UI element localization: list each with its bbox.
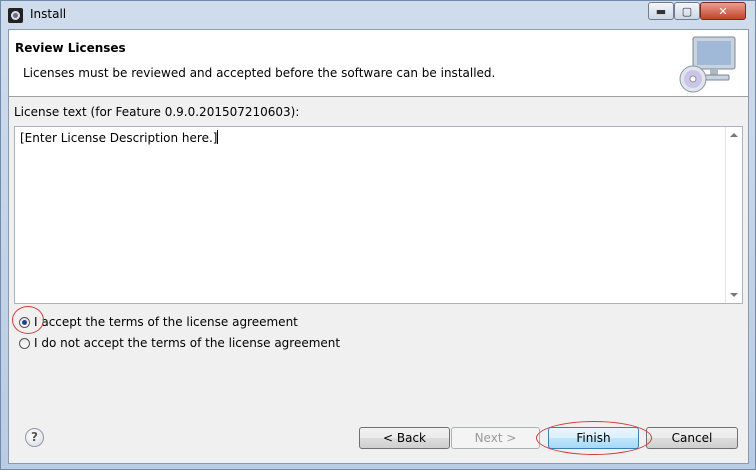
back-button[interactable]: < Back (359, 427, 450, 449)
eclipse-app-icon (8, 8, 23, 23)
decline-radio-label: I do not accept the terms of the license… (34, 336, 341, 350)
close-button[interactable]: ✕ (700, 2, 746, 20)
decline-radio[interactable] (19, 337, 30, 349)
license-text-area[interactable]: [Enter License Description here.] (14, 126, 743, 304)
minimize-button[interactable]: ▬ (648, 2, 674, 20)
install-dialog: Install ▬ ▢ ✕ Review Licenses Licenses m… (0, 0, 756, 470)
dialog-client-area: Review Licenses Licenses must be reviewe… (8, 29, 749, 464)
accept-radio-label: I accept the terms of the license agreem… (34, 315, 298, 329)
accept-radio[interactable] (19, 316, 30, 328)
decline-license-option[interactable]: I do not accept the terms of the license… (19, 336, 340, 350)
cancel-button[interactable]: Cancel (646, 427, 738, 449)
license-text-content: [Enter License Description here.] (20, 130, 219, 145)
scroll-down-icon[interactable] (730, 293, 738, 297)
page-title: Review Licenses (15, 41, 126, 55)
next-button[interactable]: Next > (451, 427, 540, 449)
finish-button[interactable]: Finish (548, 427, 639, 449)
license-scrollbar[interactable] (725, 127, 742, 303)
wizard-banner: Review Licenses Licenses must be reviewe… (9, 30, 748, 97)
computer-disc-icon (679, 36, 736, 93)
page-description: Licenses must be reviewed and accepted b… (23, 66, 496, 80)
window-title: Install (30, 7, 67, 21)
maximize-button[interactable]: ▢ (674, 2, 700, 20)
scroll-up-icon[interactable] (730, 133, 738, 137)
title-bar[interactable]: Install ▬ ▢ ✕ (1, 1, 755, 29)
accept-license-option[interactable]: I accept the terms of the license agreem… (19, 315, 298, 329)
help-icon[interactable]: ? (25, 428, 44, 447)
license-text-label: License text (for Feature 0.9.0.20150721… (14, 105, 300, 119)
